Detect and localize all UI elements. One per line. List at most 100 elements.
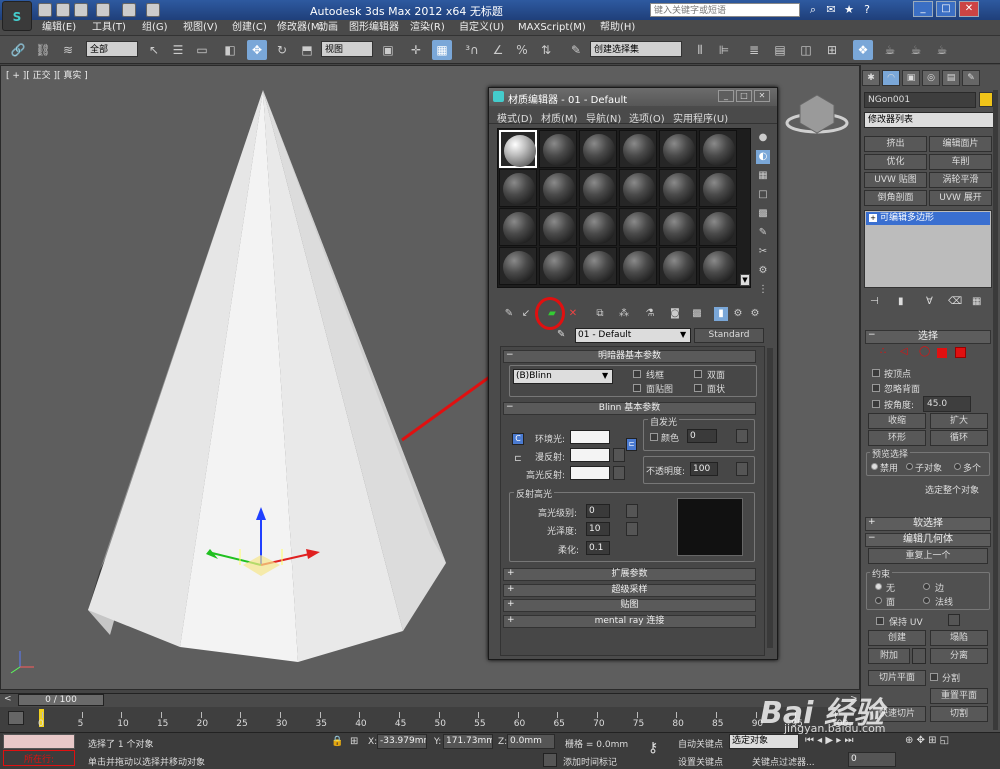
mat-menu-options[interactable]: 选项(O) [629, 110, 665, 125]
reference-coordinate-dropdown[interactable]: 视图 [321, 41, 373, 57]
material-sample-slot[interactable] [659, 208, 697, 246]
extrude-modifier-button[interactable]: 挤出 [864, 136, 927, 152]
object-name-field[interactable]: NGon001 [864, 92, 976, 108]
select-and-move-icon[interactable]: ✥ [247, 40, 267, 60]
material-sample-slot[interactable] [579, 169, 617, 207]
menu-tools[interactable]: 工具(T) [92, 21, 126, 35]
blinn-collapse-icon[interactable]: − [506, 402, 514, 412]
link-icon[interactable]: 🔗 [8, 40, 28, 60]
unwrap-uvw-modifier-button[interactable]: UVW 展开 [929, 190, 992, 206]
make-unique-icon[interactable]: ⁂ [617, 307, 631, 321]
make-preview-icon[interactable]: ✎ [756, 226, 770, 240]
display-tab-icon[interactable]: ▤ [942, 70, 960, 86]
menu-maxscript[interactable]: MAXScript(M) [518, 21, 586, 35]
collapse-button[interactable]: 塌陷 [930, 630, 988, 646]
soft-selection-rollout[interactable]: 软选择 [865, 517, 991, 531]
show-end-result-icon[interactable]: ▮ [714, 307, 728, 321]
select-and-scale-icon[interactable]: ⬒ [297, 40, 317, 60]
reset-map-icon[interactable]: ✕ [566, 307, 580, 321]
material-sample-slot[interactable] [499, 247, 537, 285]
material-params-scrollbar[interactable] [767, 348, 773, 648]
shader-dropdown-arrow-icon[interactable]: ▼ [602, 371, 608, 380]
motion-tab-icon[interactable]: ◎ [922, 70, 940, 86]
edit-named-selection-icon[interactable]: ✎ [566, 40, 586, 60]
material-sample-slot[interactable] [699, 247, 737, 285]
stack-expand-icon[interactable]: + [869, 214, 877, 222]
mat-menu-utilities[interactable]: 实用程序(U) [673, 110, 728, 125]
pin-stack-icon[interactable]: ⊣ [870, 296, 879, 307]
x-coordinate-field[interactable]: -33.979mm [377, 734, 427, 749]
optimize-modifier-button[interactable]: 优化 [864, 154, 927, 170]
add-time-tag-icon[interactable] [543, 753, 557, 767]
reset-plane-button[interactable]: 重置平面 [930, 688, 988, 704]
mat-close-button[interactable]: ✕ [754, 90, 770, 102]
playback-controls[interactable]: ⏮ ◂ ▶ ▸ ⏭ [805, 735, 853, 746]
wire-checkbox[interactable] [633, 370, 641, 378]
constraint-normal-radio[interactable] [923, 597, 930, 604]
get-material-icon[interactable]: ✎ [502, 307, 516, 321]
schematic-view-icon[interactable]: ⊞ [822, 40, 842, 60]
edge-subobject-icon[interactable]: ◁ [900, 346, 908, 357]
by-vertex-checkbox[interactable] [872, 369, 880, 377]
selection-rollout-header[interactable]: 选择 [865, 330, 991, 344]
options-icon[interactable]: ✂ [756, 245, 770, 259]
material-sample-slot[interactable] [619, 247, 657, 285]
background-icon[interactable]: ▦ [756, 169, 770, 183]
mat-minimize-button[interactable]: _ [718, 90, 734, 102]
glossiness-map-button[interactable] [626, 522, 638, 536]
menu-animation[interactable]: 动画 [318, 21, 338, 35]
sample-type-icon[interactable]: ● [756, 131, 770, 145]
configure-modifier-sets-icon[interactable]: ▦ [972, 296, 981, 307]
material-sample-slot[interactable] [579, 130, 617, 168]
ambient-color-swatch[interactable] [570, 430, 610, 444]
ignore-backfacing-checkbox[interactable] [872, 384, 880, 392]
window-crossing-icon[interactable]: ◧ [220, 40, 240, 60]
time-slider-thumb[interactable]: 0 / 100 [18, 694, 104, 706]
align-icon[interactable]: ⊫ [714, 40, 734, 60]
set-key-button[interactable]: 设置关键点 [678, 755, 723, 768]
lock-ambient-diffuse-icon[interactable]: C [512, 433, 524, 445]
absolute-mode-icon[interactable]: ⊞ [350, 736, 358, 747]
create-tab-icon[interactable]: ✱ [862, 70, 880, 86]
selection-lock-icon[interactable]: 🔒 [331, 736, 343, 747]
vertex-subobject-icon[interactable]: ∴ [880, 346, 886, 357]
menu-customize[interactable]: 自定义(U) [459, 21, 504, 35]
mirror-icon[interactable]: ⫴ [690, 40, 710, 60]
attach-button[interactable]: 附加 [868, 648, 910, 664]
self-illum-color-checkbox[interactable] [650, 433, 658, 441]
snaps-toggle-icon[interactable]: ³∩ [462, 40, 482, 60]
material-sample-slot[interactable] [579, 247, 617, 285]
graphite-ribbon-icon[interactable]: ▤ [770, 40, 790, 60]
selection-collapse-icon[interactable]: − [868, 330, 876, 340]
menu-help[interactable]: 帮助(H) [600, 21, 635, 35]
uvw-map-modifier-button[interactable]: UVW 贴图 [864, 172, 927, 188]
maps-expand-icon[interactable]: + [507, 599, 515, 609]
lock-map-icon[interactable]: ⊏ [626, 438, 637, 451]
help-icon[interactable]: ? [859, 2, 875, 18]
app-logo-icon[interactable]: S [2, 1, 32, 31]
mat-menu-material[interactable]: 材质(M) [541, 110, 577, 125]
two-sided-checkbox[interactable] [694, 370, 702, 378]
material-id-channel-icon[interactable]: ◙ [668, 307, 682, 321]
backlight-icon[interactable]: ◐ [756, 150, 770, 164]
preserve-uvs-checkbox[interactable] [876, 617, 884, 625]
menu-edit[interactable]: 编辑(E) [42, 21, 76, 35]
menu-rendering[interactable]: 渲染(R) [410, 21, 445, 35]
go-forward-sibling-icon[interactable]: ⚙ [748, 307, 762, 321]
shrink-button[interactable]: 收缩 [868, 413, 926, 429]
modify-tab-icon[interactable]: ◠ [882, 70, 900, 86]
extended-params-expand-icon[interactable]: + [507, 568, 515, 578]
material-sample-slot[interactable] [539, 208, 577, 246]
split-checkbox[interactable] [930, 673, 938, 681]
material-sample-slot[interactable] [699, 130, 737, 168]
selection-filter-dropdown[interactable]: 全部 [86, 41, 138, 57]
hierarchy-tab-icon[interactable]: ▣ [902, 70, 920, 86]
keyboard-shortcut-override-icon[interactable]: ▦ [432, 40, 452, 60]
subscription-icon[interactable]: ✉ [823, 2, 839, 18]
menu-graph-editors[interactable]: 图形编辑器 [349, 21, 399, 35]
select-object-icon[interactable]: ↖ [144, 40, 164, 60]
z-coordinate-field[interactable]: 0.0mm [507, 734, 555, 749]
specular-level-spinner[interactable]: 0 [586, 504, 610, 518]
detach-button[interactable]: 分离 [930, 648, 988, 664]
pivot-center-icon[interactable]: ▣ [378, 40, 398, 60]
